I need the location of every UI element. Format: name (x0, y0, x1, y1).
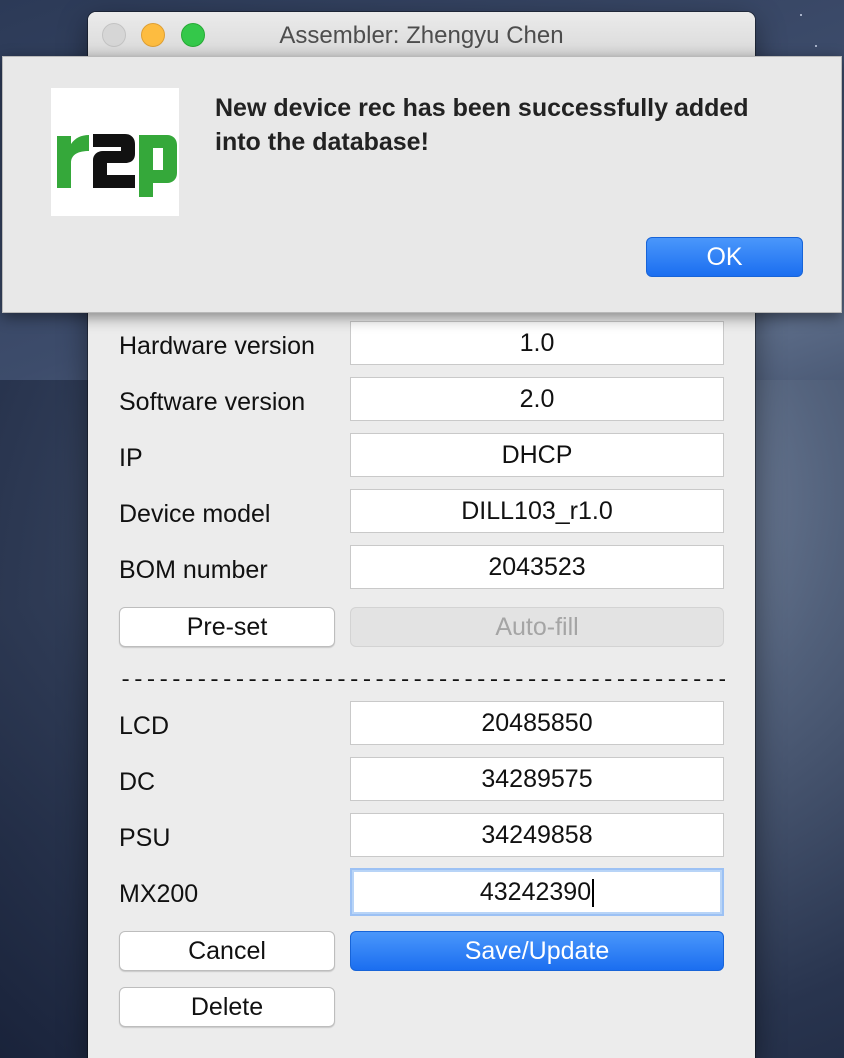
delete-button[interactable]: Delete (119, 987, 335, 1027)
r2p-logo (51, 88, 179, 216)
success-alert-sheet: New device rec has been successfully add… (2, 56, 842, 313)
hardware-version-label: Hardware version (119, 332, 315, 360)
section-divider: ----------------------------------------… (119, 668, 725, 693)
title-bar[interactable]: Assembler: Zhengyu Chen (88, 12, 755, 58)
psu-field[interactable]: 34249858 (350, 813, 724, 857)
bom-number-label: BOM number (119, 556, 268, 584)
star-decoration (800, 14, 802, 16)
dc-label: DC (119, 768, 156, 796)
window-title: Assembler: Zhengyu Chen (279, 22, 564, 49)
ip-label: IP (119, 444, 143, 472)
cancel-button[interactable]: Cancel (119, 931, 335, 971)
alert-message: New device rec has been successfully add… (215, 94, 749, 156)
device-model-field[interactable]: DILL103_r1.0 (350, 489, 724, 533)
r2p-logo-icon (57, 134, 177, 197)
ip-field[interactable]: DHCP (350, 433, 724, 477)
preset-button[interactable]: Pre-set (119, 607, 335, 647)
ok-button[interactable]: OK (646, 237, 803, 277)
psu-label: PSU (119, 824, 171, 852)
software-version-label: Software version (119, 388, 306, 416)
software-version-field[interactable]: 2.0 (350, 377, 724, 421)
mx200-label: MX200 (119, 880, 199, 908)
mx200-value: 43242390 (479, 878, 592, 906)
save-update-button[interactable]: Save/Update (350, 931, 724, 971)
bom-number-field[interactable]: 2043523 (350, 545, 724, 589)
text-caret (592, 879, 595, 908)
device-model-label: Device model (119, 500, 271, 528)
lcd-label: LCD (119, 712, 170, 740)
star-decoration (815, 45, 817, 47)
hardware-version-field[interactable]: 1.0 (350, 321, 724, 365)
lcd-field[interactable]: 20485850 (350, 701, 724, 745)
mx200-field[interactable]: 43242390 (350, 868, 724, 916)
dc-field[interactable]: 34289575 (350, 757, 724, 801)
autofill-button[interactable]: Auto-fill (350, 607, 724, 647)
device-form: Hardware version 1.0 Software version 2.… (89, 312, 754, 1054)
